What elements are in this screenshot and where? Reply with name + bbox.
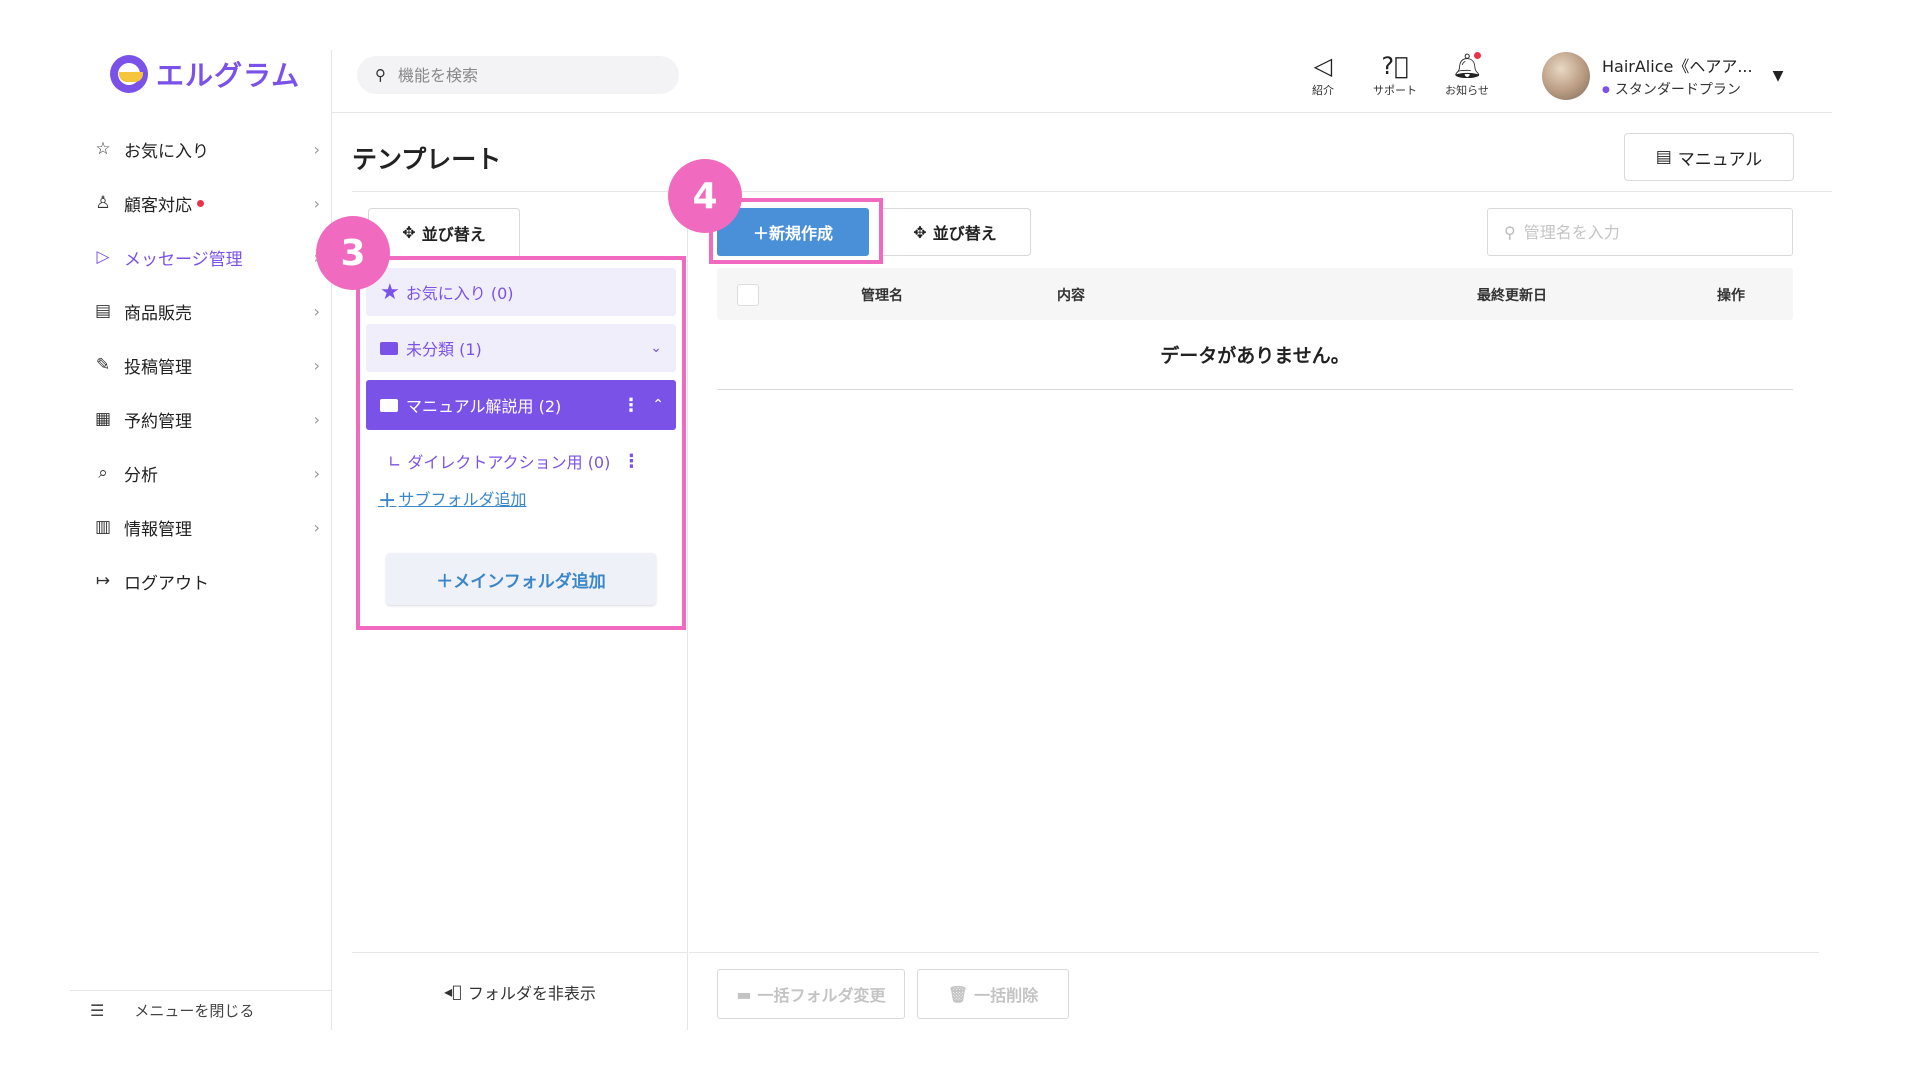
sort-label: 並び替え — [932, 224, 997, 243]
sidebar-item-label: 顧客対応 — [124, 195, 192, 216]
sidebar-nav: ☆ お気に入り › ♙ 顧客対応 › ▷ メッセージ管理 › ▤ 商品販売 › … — [70, 122, 332, 608]
template-search-input[interactable] — [1523, 222, 1764, 242]
report-icon: ⌕ — [98, 463, 108, 483]
chevron-right-icon: › — [313, 139, 320, 159]
manual-button[interactable]: ▤ マニュアル — [1624, 133, 1794, 181]
sidebar-item-favorites[interactable]: ☆ お気に入り › — [70, 122, 332, 176]
menu-collapse-icon: ☰ — [90, 1001, 105, 1020]
chevron-right-icon: › — [313, 355, 320, 375]
sidebar-item-analytics[interactable]: ⌕ 分析 › — [70, 446, 332, 500]
chart-icon: ▥ — [94, 517, 112, 537]
notifications-label: お知らせ — [1445, 84, 1489, 97]
sidebar-item-label: 予約管理 — [124, 411, 192, 432]
user-name: HairAlice《ヘアア... — [1602, 57, 1753, 76]
logout-icon: ↦ — [95, 571, 111, 591]
collapse-left-icon: ◂⃞ — [444, 982, 462, 1001]
sidebar: エルグラム ☆ お気に入り › ♙ 顧客対応 › ▷ メッセージ管理 › ▤ 商… — [70, 50, 332, 1030]
sidebar-item-posts[interactable]: ✎ 投稿管理 › — [70, 338, 332, 392]
sort-label: 並び替え — [421, 224, 486, 244]
close-menu-button[interactable]: ☰ メニューを閉じる — [70, 990, 332, 1030]
notifications-button[interactable]: 🔔︎ お知らせ — [1437, 52, 1497, 98]
support-button[interactable]: ?⃝ サポート — [1365, 52, 1425, 98]
sidebar-item-label: 情報管理 — [124, 519, 192, 540]
sidebar-item-label: 商品販売 — [124, 303, 192, 324]
sidebar-item-label: 分析 — [124, 465, 158, 486]
template-main: ＋新規作成 ✥ 並び替え ⚲ 管理名 内容 最終更新日 操作 データがありません… — [689, 192, 1832, 1030]
book-icon: ▤ — [1655, 147, 1672, 167]
column-header-actions: 操作 — [1717, 288, 1745, 304]
bulk-folder-change-button[interactable]: ▬ 一括フォルダ変更 — [717, 969, 905, 1019]
sidebar-item-reservations[interactable]: ▦ 予約管理 › — [70, 392, 332, 446]
support-label: サポート — [1373, 84, 1417, 97]
store-icon: ▤ — [94, 301, 112, 321]
move-icon: ✥ — [913, 222, 927, 242]
select-all-checkbox[interactable] — [737, 284, 759, 306]
column-header-content: 内容 — [1057, 288, 1085, 304]
template-search[interactable]: ⚲ — [1487, 208, 1793, 256]
logo-text: エルグラム — [156, 59, 301, 92]
sidebar-item-info[interactable]: ▥ 情報管理 › — [70, 500, 332, 554]
chevron-right-icon: › — [313, 409, 320, 429]
sidebar-item-sales[interactable]: ▤ 商品販売 › — [70, 284, 332, 338]
step-badge-3: 3 — [316, 216, 390, 290]
chevron-right-icon: › — [313, 193, 320, 213]
megaphone-icon: ◁ — [1313, 52, 1333, 80]
sidebar-item-label: ログアウト — [124, 573, 209, 594]
trash-icon: 🗑︎ — [947, 984, 969, 1004]
column-header-updated[interactable]: 最終更新日 — [1477, 285, 1547, 305]
chevron-right-icon: › — [313, 517, 320, 537]
chevron-right-icon: › — [313, 463, 320, 483]
sidebar-item-customer[interactable]: ♙ 顧客対応 › — [70, 176, 332, 230]
bell-icon: 🔔︎ — [1451, 52, 1483, 80]
sidebar-item-messages[interactable]: ▷ メッセージ管理 › — [70, 230, 332, 284]
caret-down-icon: ▼ — [1772, 68, 1784, 84]
search-icon: ⚲ — [1504, 222, 1516, 242]
template-sort-button[interactable]: ✥ 並び替え — [879, 208, 1031, 256]
user-plan: スタンダードプラン — [1602, 79, 1753, 99]
question-circle-icon: ?⃝ — [1381, 52, 1409, 80]
sidebar-item-label: お気に入り — [124, 141, 209, 162]
top-bar: ⚲ ◁ 紹介 ?⃝ サポート 🔔︎ お知らせ HairAlice《ヘアア... … — [332, 40, 1832, 113]
feature-search[interactable]: ⚲ — [357, 56, 679, 94]
user-info: HairAlice《ヘアア... スタンダードプラン — [1602, 53, 1753, 99]
close-menu-label: メニューを閉じる — [134, 1002, 255, 1020]
edit-icon: ✎ — [95, 355, 111, 375]
logo-mark-icon — [110, 55, 148, 93]
search-icon: ⚲ — [375, 66, 386, 84]
empty-state-message: データがありません。 — [717, 320, 1793, 390]
table-header: 管理名 内容 最終更新日 操作 — [717, 268, 1793, 320]
bulk-actions-bar: ▬ 一括フォルダ変更 🗑︎ 一括削除 — [689, 952, 1819, 1030]
column-header-name[interactable]: 管理名 — [861, 285, 903, 305]
step-badge-4: 4 — [668, 159, 742, 233]
bulk-delete-button[interactable]: 🗑︎ 一括削除 — [917, 969, 1069, 1019]
app-logo[interactable]: エルグラム — [110, 54, 300, 94]
hide-folders-label: フォルダを非表示 — [467, 983, 596, 1003]
manual-label: マニュアル — [1677, 149, 1763, 170]
sidebar-item-logout[interactable]: ↦ ログアウト — [70, 554, 332, 608]
send-icon: ▷ — [96, 247, 110, 267]
calendar-icon: ▦ — [94, 409, 112, 429]
bulk-folder-label: 一括フォルダ変更 — [757, 986, 886, 1005]
sidebar-item-label: 投稿管理 — [124, 357, 192, 378]
folder-icon: ▬ — [736, 984, 752, 1004]
move-icon: ✥ — [402, 223, 416, 242]
avatar — [1542, 52, 1590, 100]
search-input[interactable] — [398, 65, 638, 85]
person-icon: ♙ — [95, 193, 111, 213]
referral-label: 紹介 — [1312, 84, 1334, 97]
star-icon: ☆ — [95, 139, 111, 159]
bulk-delete-label: 一括削除 — [974, 986, 1039, 1005]
folder-sort-button[interactable]: ✥ 並び替え — [368, 208, 520, 256]
highlight-folder-area — [356, 256, 686, 630]
chevron-right-icon: › — [313, 301, 320, 321]
notification-dot — [197, 199, 204, 207]
user-menu[interactable]: HairAlice《ヘアア... スタンダードプラン ▼ — [1542, 52, 1783, 100]
hide-folders-button[interactable]: ◂⃞ フォルダを非表示 — [352, 952, 688, 1030]
page-title: テンプレート — [352, 145, 502, 174]
notification-dot — [1474, 52, 1481, 59]
referral-button[interactable]: ◁ 紹介 — [1293, 52, 1353, 98]
sidebar-item-label: メッセージ管理 — [124, 249, 243, 270]
